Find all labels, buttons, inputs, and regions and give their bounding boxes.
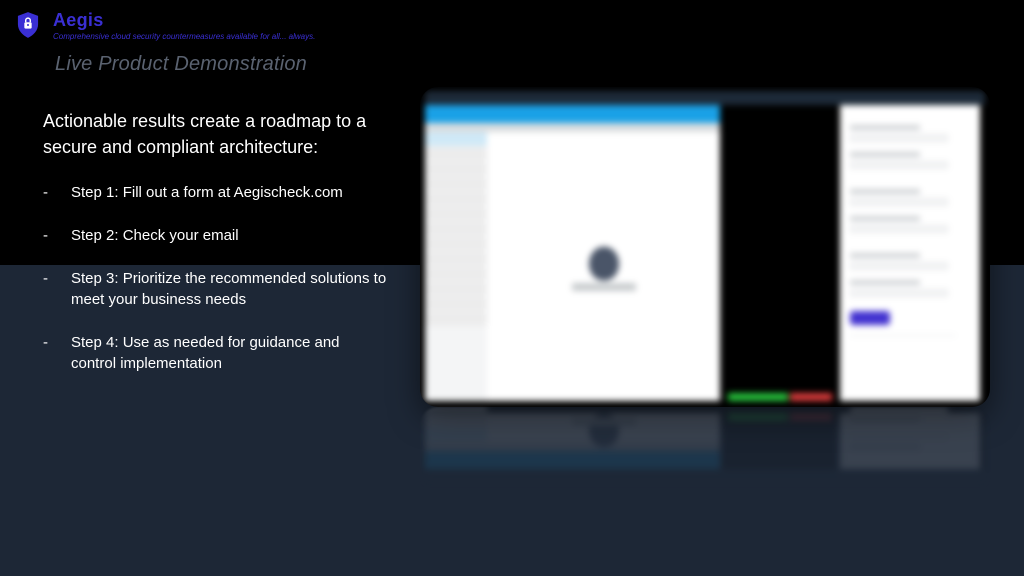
step-text: Step 1: Fill out a form at Aegischeck.co…	[71, 182, 388, 203]
robot-icon	[589, 246, 619, 280]
screenshot-reflection	[420, 407, 990, 487]
dark-panel-mid	[722, 105, 837, 401]
step-text: Step 4: Use as needed for guidance and c…	[71, 332, 388, 374]
screenshot-panel	[420, 87, 990, 407]
canvas-caption	[572, 283, 636, 291]
step-text: Step 2: Check your email	[71, 225, 388, 246]
shield-lock-icon	[17, 12, 39, 38]
app-window-left	[425, 105, 720, 401]
app-header-bar	[425, 105, 720, 123]
list-item: -Step 2: Check your email	[43, 225, 388, 246]
brand-tagline: Comprehensive cloud security countermeas…	[53, 32, 315, 41]
step-list: -Step 1: Fill out a form at Aegischeck.c…	[43, 182, 388, 374]
list-item: -Step 4: Use as needed for guidance and …	[43, 332, 388, 374]
brand-name: Aegis	[53, 10, 315, 31]
app-sidebar	[425, 132, 487, 401]
heading-text: Actionable results create a roadmap to a…	[43, 109, 388, 160]
step-text: Step 3: Prioritize the recommended solut…	[71, 268, 388, 310]
dark-panel-right	[980, 105, 985, 401]
status-bar-red	[790, 393, 832, 401]
form-submit-button	[850, 311, 890, 325]
section-title: Live Product Demonstration	[55, 53, 307, 76]
form-panel	[840, 105, 980, 401]
app-canvas	[487, 132, 720, 401]
window-chrome	[425, 91, 985, 105]
status-bar-green	[728, 393, 788, 401]
list-item: -Step 3: Prioritize the recommended solu…	[43, 268, 388, 310]
slide: Aegis Comprehensive cloud security count…	[0, 0, 1024, 576]
content-block: Actionable results create a roadmap to a…	[43, 109, 388, 396]
app-subheader	[425, 123, 720, 132]
list-item: -Step 1: Fill out a form at Aegischeck.c…	[43, 182, 388, 203]
brand-block: Aegis Comprehensive cloud security count…	[17, 10, 315, 41]
